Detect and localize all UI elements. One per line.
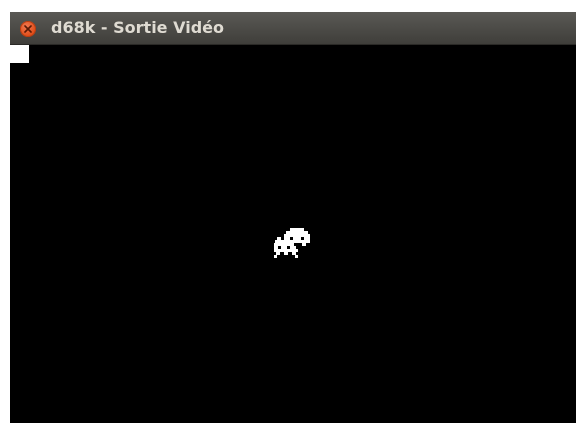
sprite-group xyxy=(274,228,310,258)
text-cursor-block xyxy=(10,45,29,63)
close-button[interactable] xyxy=(20,21,36,37)
app-window: d68k - Sortie Vidéo xyxy=(10,12,576,423)
window-title: d68k - Sortie Vidéo xyxy=(51,18,224,37)
video-output xyxy=(10,45,576,423)
close-icon xyxy=(24,25,32,33)
title-bar[interactable]: d68k - Sortie Vidéo xyxy=(10,12,576,45)
